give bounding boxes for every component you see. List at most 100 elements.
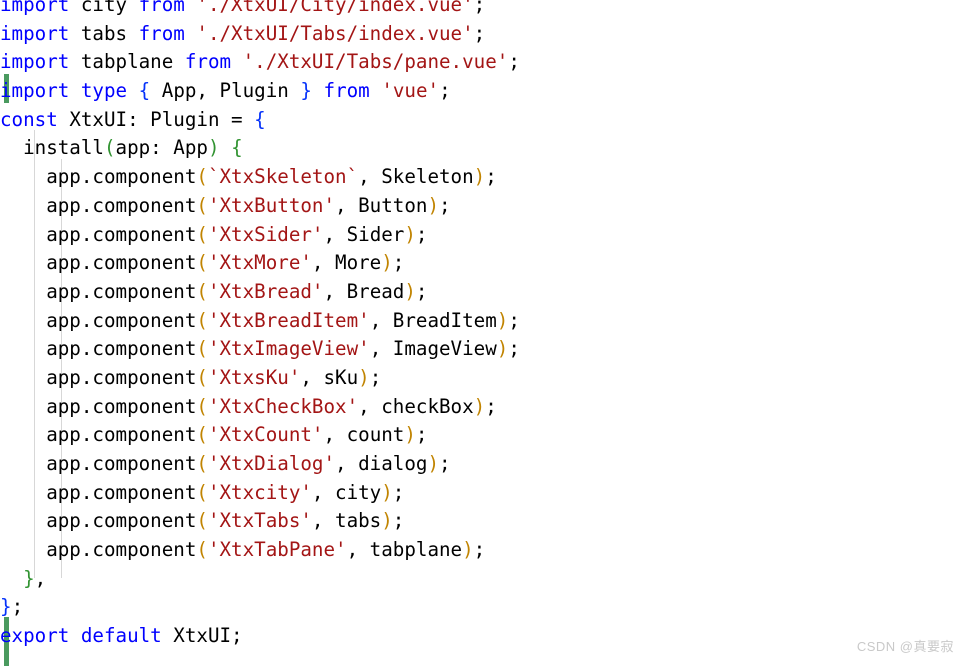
- code-token: app.component: [0, 337, 197, 361]
- csdn-watermark: CSDN @真要寂: [856, 639, 954, 654]
- code-token: (: [196, 452, 208, 475]
- code-token: App, Plugin: [150, 79, 301, 103]
- code-token: 'XtxImageView': [207, 337, 370, 361]
- code-token: from: [138, 0, 185, 16]
- code-token: app.component: [0, 222, 197, 246]
- code-token: , checkBox: [358, 394, 474, 418]
- code-token: }: [0, 595, 12, 619]
- code-line[interactable]: };: [0, 593, 965, 622]
- code-token: ): [358, 365, 370, 389]
- code-line[interactable]: app.component('XtxTabPane', tabplane);: [0, 536, 965, 565]
- code-line[interactable]: app.component('XtxSider', Sider);: [0, 221, 965, 250]
- code-token: {: [231, 136, 243, 160]
- code-line[interactable]: import tabs from './XtxUI/Tabs/index.vue…: [0, 20, 965, 49]
- code-token: (: [196, 509, 208, 533]
- code-token: , sKu: [300, 365, 359, 389]
- code-token: , city: [311, 480, 382, 504]
- code-token: 'XtxButton': [207, 193, 336, 217]
- code-token: app: App: [115, 136, 208, 160]
- code-token: ;: [415, 279, 428, 303]
- code-token: ;: [369, 365, 382, 389]
- code-line[interactable]: app.component('XtxsKu', sKu);: [0, 364, 965, 393]
- code-token: './XtxUI/City/index.vue': [196, 0, 474, 16]
- code-token: , More: [311, 251, 382, 275]
- code-token: ;: [508, 337, 520, 361]
- code-token: (: [196, 308, 208, 332]
- code-token: ;: [415, 222, 428, 246]
- code-line[interactable]: app.component('XtxCheckBox', checkBox);: [0, 393, 965, 422]
- code-token: ): [496, 337, 509, 361]
- code-token: app.component: [0, 279, 197, 303]
- code-line[interactable]: app.component('XtxMore', More);: [0, 249, 965, 278]
- code-token: 'XtxCount': [207, 423, 324, 447]
- code-token: from: [138, 21, 185, 45]
- code-token: ;: [392, 480, 405, 504]
- code-token: (: [196, 394, 208, 418]
- code-token: ): [381, 480, 393, 504]
- code-token: 'Xtxcity': [207, 480, 312, 504]
- code-token: ;: [485, 165, 497, 189]
- code-line[interactable]: app.component('XtxButton', Button);: [0, 192, 965, 221]
- code-token: ): [207, 136, 220, 160]
- code-line[interactable]: app.component('XtxBread', Bread);: [0, 278, 965, 307]
- code-token: 'XtxsKu': [207, 365, 301, 389]
- code-token: , Sider: [323, 222, 405, 246]
- code-token: import: [0, 21, 70, 45]
- code-token: ): [473, 165, 486, 189]
- code-line[interactable]: app.component('XtxImageView', ImageView)…: [0, 335, 965, 364]
- code-line[interactable]: import type { App, Plugin } from 'vue';: [0, 77, 965, 106]
- code-token: ): [473, 394, 486, 418]
- code-line[interactable]: app.component('Xtxcity', city);: [0, 479, 965, 508]
- code-line[interactable]: app.component('XtxBreadItem', BreadItem)…: [0, 307, 965, 336]
- code-token: export: [0, 624, 70, 648]
- code-token: ): [427, 452, 440, 475]
- code-token: ): [404, 423, 416, 447]
- code-token: ): [427, 193, 440, 217]
- code-token: ): [381, 509, 393, 533]
- code-token: (: [196, 279, 208, 303]
- code-line[interactable]: import city from './XtxUI/City/index.vue…: [0, 0, 965, 20]
- code-line[interactable]: app.component('XtxCount', count);: [0, 421, 965, 450]
- code-line[interactable]: install(app: App) {: [0, 134, 965, 163]
- code-line[interactable]: const XtxUI: Plugin = {: [0, 106, 965, 135]
- code-token: ;: [392, 251, 405, 275]
- code-line[interactable]: export default XtxUI;: [0, 622, 965, 651]
- code-line[interactable]: },: [0, 565, 965, 594]
- code-token: ;: [439, 452, 451, 475]
- code-token: , Skeleton: [358, 165, 474, 189]
- code-token: , Button: [335, 193, 428, 217]
- code-content[interactable]: import city from './XtxUI/City/index.vue…: [0, 0, 965, 651]
- code-line[interactable]: import tabplane from './XtxUI/Tabs/pane.…: [0, 48, 965, 77]
- code-token: , ImageView: [369, 337, 497, 361]
- code-token: (: [103, 136, 116, 160]
- code-token: , dialog: [335, 452, 428, 475]
- code-token: (: [196, 423, 208, 447]
- code-line[interactable]: app.component('XtxDialog', dialog);: [0, 450, 965, 479]
- code-token: , Bread: [323, 279, 405, 303]
- code-token: }: [23, 566, 35, 590]
- code-token: (: [196, 365, 208, 389]
- code-token: 'XtxBreadItem': [207, 308, 370, 332]
- code-token: app.component: [0, 251, 197, 275]
- code-token: ): [496, 308, 509, 332]
- code-token: 'XtxTabs': [207, 509, 312, 533]
- code-token: './XtxUI/Tabs/index.vue': [196, 21, 474, 45]
- code-token: 'XtxMore': [207, 251, 312, 275]
- code-token: (: [196, 251, 208, 275]
- code-editor-viewport[interactable]: import city from './XtxUI/City/index.vue…: [0, 0, 965, 666]
- code-line[interactable]: app.component(`XtxSkeleton`, Skeleton);: [0, 163, 965, 192]
- code-token: 'XtxDialog': [207, 452, 336, 475]
- code-token: (: [196, 538, 208, 562]
- code-token: {: [138, 79, 151, 103]
- code-token: (: [196, 337, 208, 361]
- code-token: city: [69, 0, 139, 16]
- code-line[interactable]: app.component('XtxTabs', tabs);: [0, 507, 965, 536]
